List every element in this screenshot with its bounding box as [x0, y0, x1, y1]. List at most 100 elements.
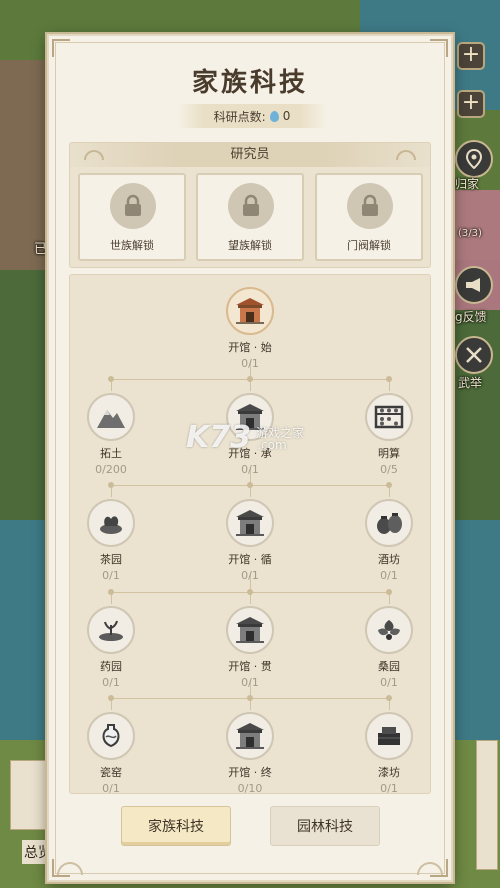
tech-tree: 开馆 · 始 0/1 拓土 0/200 开馆 · 承 0/1 明算 0/5 茶园…: [69, 274, 431, 795]
martial-exam-button[interactable]: [455, 336, 493, 374]
tech-node-name: 拓土: [100, 447, 122, 460]
slot-unlock-label: 望族解锁: [228, 239, 272, 252]
gate-icon: [226, 499, 274, 547]
tech-node-lacquer-workshop[interactable]: 漆坊 0/1: [349, 712, 429, 795]
research-points-label: 科研点数:: [213, 109, 266, 124]
gate-icon: [226, 712, 274, 760]
mountain-icon: [87, 393, 135, 441]
tree-node-dot: [386, 589, 392, 595]
wine-jar-icon: [365, 499, 413, 547]
tree-node-dot: [108, 376, 114, 382]
tech-node-name: 瓷窑: [100, 766, 122, 779]
tree-node-dot: [247, 589, 253, 595]
martial-exam-label: 武举: [458, 376, 483, 390]
tech-node-progress: 0/200: [95, 463, 127, 476]
tech-node-name: 漆坊: [378, 766, 400, 779]
cloud-ornament-icon: [57, 862, 83, 875]
tab-garden-tech[interactable]: 园林科技: [270, 806, 380, 846]
tech-node-open-hall-through[interactable]: 开馆 · 贯 0/1: [210, 606, 290, 689]
research-points: 科研点数: 0: [177, 104, 327, 128]
researcher-slot[interactable]: 门阀解锁: [315, 173, 423, 261]
tech-node-progress: 0/1: [102, 782, 120, 795]
plus-button[interactable]: +: [457, 90, 485, 118]
tech-node-name: 开馆 · 贯: [228, 660, 272, 673]
tech-node-open-hall-inherit[interactable]: 开馆 · 承 0/1: [210, 393, 290, 476]
tech-node-open-hall-start[interactable]: 开馆 · 始 0/1: [210, 287, 290, 370]
mulberry-icon: [365, 606, 413, 654]
tech-node-progress: 0/1: [102, 676, 120, 689]
tech-node-tea-garden[interactable]: 茶园 0/1: [71, 499, 151, 582]
count-label: (3/3): [458, 228, 482, 239]
tree-node-dot: [386, 482, 392, 488]
return-home-label: 归家: [455, 177, 480, 191]
tech-node-name: 开馆 · 循: [228, 553, 272, 566]
tech-node-name: 开馆 · 承: [228, 447, 272, 460]
researcher-slot[interactable]: 世族解锁: [78, 173, 186, 261]
panel-title: 家族科技: [191, 68, 308, 98]
tech-node-mulberry-garden[interactable]: 桑园 0/1: [349, 606, 429, 689]
tech-node-expand-land[interactable]: 拓土 0/200: [71, 393, 151, 476]
tech-node-open-hall-follow[interactable]: 开馆 · 循 0/1: [210, 499, 290, 582]
tech-node-progress: 0/5: [380, 463, 398, 476]
location-pin-icon: [465, 149, 483, 169]
tree-node-dot: [247, 695, 253, 701]
gate-icon: [226, 606, 274, 654]
return-home-button[interactable]: [455, 140, 493, 178]
research-point-icon: [269, 110, 279, 122]
researcher-slot[interactable]: 望族解锁: [196, 173, 304, 261]
tech-node-herb-garden[interactable]: 药园 0/1: [71, 606, 151, 689]
tech-node-arithmetic[interactable]: 明算 0/5: [349, 393, 429, 476]
tech-node-name: 茶园: [100, 553, 122, 566]
crossed-swords-icon: [466, 347, 482, 363]
researcher-section: 研究员 世族解锁 望族解锁 门阀解锁: [69, 142, 431, 268]
plus-button[interactable]: +: [457, 42, 485, 70]
tech-node-progress: 0/1: [380, 782, 398, 795]
tech-node-progress: 0/1: [380, 569, 398, 582]
corner-ornament: [52, 39, 70, 57]
tech-node-progress: 0/10: [237, 782, 263, 795]
tech-node-progress: 0/1: [241, 357, 259, 370]
tech-node-progress: 0/1: [380, 676, 398, 689]
slot-unlock-label: 门阀解锁: [347, 239, 391, 252]
lock-icon: [347, 183, 393, 229]
tech-node-progress: 0/1: [241, 463, 259, 476]
tree-node-dot: [386, 695, 392, 701]
slot-unlock-label: 世族解锁: [110, 239, 154, 252]
tech-node-name: 药园: [100, 660, 122, 673]
tree-node-dot: [386, 376, 392, 382]
researcher-title: 研究员: [70, 143, 430, 167]
herb-icon: [87, 606, 135, 654]
tree-node-dot: [108, 589, 114, 595]
tea-icon: [87, 499, 135, 547]
tech-node-name: 桑园: [378, 660, 400, 673]
tech-node-name: 酒坊: [378, 553, 400, 566]
abacus-icon: [365, 393, 413, 441]
lock-icon: [110, 183, 156, 229]
tech-node-porcelain-kiln[interactable]: 瓷窑 0/1: [71, 712, 151, 795]
tree-node-dot: [247, 376, 253, 382]
tree-node-dot: [108, 482, 114, 488]
lacquer-box-icon: [365, 712, 413, 760]
tech-node-progress: 0/1: [102, 569, 120, 582]
tech-node-name: 开馆 · 终: [228, 766, 272, 779]
tech-node-open-hall-end[interactable]: 开馆 · 终 0/10: [210, 712, 290, 795]
tech-node-progress: 0/1: [241, 569, 259, 582]
scroll-decoration: [10, 760, 46, 830]
tab-family-tech[interactable]: 家族科技: [121, 806, 231, 846]
feedback-button[interactable]: [455, 266, 493, 304]
family-tech-panel: 家族科技 科研点数: 0 研究员 世族解锁 望族解锁 门阀解锁 开馆 · 始 0…: [47, 34, 453, 882]
feedback-label: g反馈: [455, 310, 487, 324]
map-text: 已: [34, 242, 48, 257]
research-points-value: 0: [282, 109, 291, 123]
gate-icon: [226, 393, 274, 441]
tech-node-name: 开馆 · 始: [228, 341, 272, 354]
gate-icon: [226, 287, 274, 335]
lock-icon: [228, 183, 274, 229]
tech-node-winery[interactable]: 酒坊 0/1: [349, 499, 429, 582]
tree-node-dot: [108, 695, 114, 701]
porcelain-icon: [87, 712, 135, 760]
tree-node-dot: [247, 482, 253, 488]
tech-node-progress: 0/1: [241, 676, 259, 689]
corner-ornament: [430, 39, 448, 57]
scroll-decoration: [476, 740, 498, 870]
